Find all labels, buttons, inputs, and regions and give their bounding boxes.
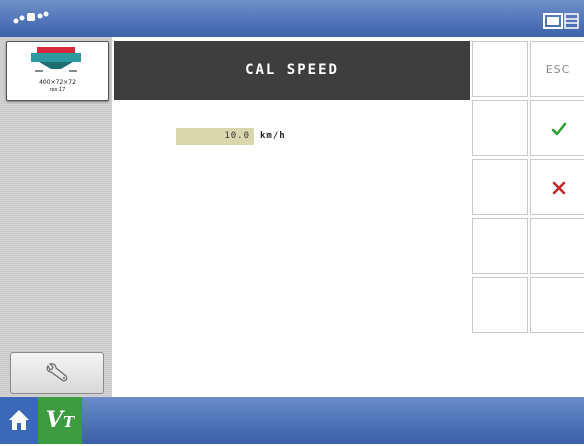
left-sidebar: 400×72×72 res:17 [0, 37, 112, 397]
home-icon [9, 410, 29, 430]
softkey-blank-7[interactable] [530, 277, 584, 333]
page-title: CAL SPEED [245, 62, 339, 78]
x-icon [552, 181, 566, 195]
cancel-button[interactable] [530, 159, 584, 215]
speed-value-input[interactable]: 10.0 [176, 128, 254, 145]
wrench-icon [46, 363, 68, 382]
softkey-blank-2[interactable] [472, 100, 528, 156]
vt-label-sub: T [62, 413, 75, 431]
checkmark-icon [551, 122, 567, 136]
virtual-terminal-button[interactable]: VT [38, 397, 82, 444]
display-window-icon[interactable] [543, 13, 579, 29]
implement-dimensions: 400×72×72 [39, 79, 76, 86]
esc-button[interactable]: ESC [530, 41, 584, 97]
bottom-nav-bar: VT [0, 397, 584, 444]
top-status-bar [0, 0, 584, 37]
tools-button[interactable] [10, 352, 104, 394]
softkey-blank-5[interactable] [530, 218, 584, 274]
satellite-signal-icon [13, 11, 49, 24]
spreader-implement-icon [31, 47, 81, 72]
implement-device-tile[interactable]: 400×72×72 res:17 [6, 41, 109, 101]
accept-button[interactable] [530, 100, 584, 156]
esc-label: ESC [545, 63, 571, 76]
softkey-panel: ESC [470, 37, 584, 397]
main-content: CAL SPEED 10.0 km/h [112, 37, 470, 397]
vt-label-main: V [45, 407, 63, 433]
softkey-blank-1[interactable] [472, 41, 528, 97]
home-button[interactable] [0, 397, 38, 444]
page-title-bar: CAL SPEED [114, 41, 470, 100]
softkey-blank-4[interactable] [472, 218, 528, 274]
softkey-blank-6[interactable] [472, 277, 528, 333]
implement-resolution: res:17 [49, 87, 66, 93]
speed-unit-label: km/h [260, 131, 286, 141]
vt-label: VT [38, 397, 82, 444]
softkey-blank-3[interactable] [472, 159, 528, 215]
